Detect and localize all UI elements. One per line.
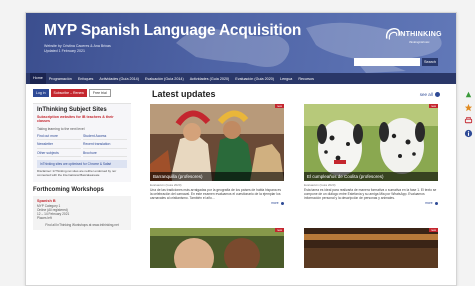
updates-header: Latest updates see all — [146, 84, 442, 101]
nav-item-enfoques[interactable]: Enfoques — [75, 77, 97, 81]
link-brochure[interactable]: Brochure — [83, 151, 127, 158]
print-icon[interactable] — [464, 112, 473, 124]
nav-item-evaluacion-2014[interactable]: Evaluación (Guía 2014) — [142, 77, 187, 81]
card-more-link[interactable]: more — [304, 201, 438, 205]
site-header: MYP Spanish Language Acquisition Website… — [26, 13, 456, 73]
subject-sites-links: Find out more Student Access Newsletter … — [37, 134, 127, 158]
workshop-status: Places left — [37, 215, 52, 220]
card-image-dalmatians[interactable]: new El cumpleaños de Coolita (profesores… — [304, 104, 438, 181]
subject-sites-tagline: Taking learning to the next level — [37, 126, 85, 131]
page-title: Latest updates — [152, 89, 216, 99]
login-button[interactable]: Log in — [33, 89, 49, 97]
carnival-photo — [150, 104, 284, 181]
link-other-subjects[interactable]: Other subjects — [37, 151, 81, 158]
subscribe-button[interactable]: Subscribe – Renew — [50, 89, 87, 97]
dalmatians-photo — [304, 104, 438, 181]
nav-item-home[interactable]: Home — [30, 73, 46, 84]
new-badge: new — [275, 228, 284, 232]
card-description: Esta tarea es ideal para realizarla de m… — [304, 188, 437, 201]
card-image-carnival[interactable]: new Barranquilla (profesores) — [150, 104, 284, 181]
browser-page: MYP Spanish Language Acquisition Website… — [25, 12, 457, 286]
free-trial-button[interactable]: Free trial — [88, 89, 111, 97]
search-button[interactable]: Search — [422, 58, 438, 66]
nav-item-recursos[interactable]: Recursos — [295, 77, 317, 81]
people-photo — [150, 228, 284, 268]
arrow-circle-icon — [280, 201, 284, 206]
link-find-out-more[interactable]: Find out more — [37, 134, 81, 141]
update-card[interactable]: new — [304, 228, 438, 268]
card-caption[interactable]: El cumpleaños de Coolita (profesores) — [304, 172, 438, 181]
card-description: Una de las tradiciones más arraigadas po… — [150, 188, 282, 201]
nav-item-programacion[interactable]: Programación — [46, 77, 75, 81]
browser-note: InThinking sites are optimised for Chrom… — [37, 160, 127, 169]
sidebar: Log in Subscribe – Renew Free trial InTh… — [26, 84, 136, 285]
search-input[interactable] — [354, 58, 420, 66]
site-title[interactable]: MYP Spanish Language Acquisition — [44, 22, 301, 40]
card-more-link[interactable]: more — [150, 201, 284, 205]
link-newsletter[interactable]: Newsletter — [37, 142, 81, 149]
workshop-card[interactable]: Spanish B MYP Category 1 Online (All reg… — [33, 195, 131, 230]
card-caption[interactable]: Barranquilla (profesores) — [150, 172, 284, 181]
inthinking-logo[interactable]: INTHINKING thinkingintrinsic — [384, 24, 442, 48]
info-icon[interactable] — [464, 125, 473, 138]
subject-sites-title: InThinking Subject Sites — [37, 107, 107, 113]
new-badge: new — [429, 104, 438, 108]
dark-photo — [304, 228, 438, 268]
account-buttons: Log in Subscribe – Renew Free trial — [33, 89, 136, 97]
card-image-people[interactable]: new — [150, 228, 284, 268]
more-label: more — [271, 201, 279, 206]
workshop-title[interactable]: Spanish B — [37, 199, 127, 203]
main-content: Latest updates see all new Barranquilla … — [146, 84, 442, 285]
updated-date: Updated 1 February 2021 — [44, 49, 85, 53]
website-credits: Website by Cristina Caceres & Ana Brixas — [44, 44, 111, 48]
logo-brand: INTHINKING — [398, 31, 442, 38]
floating-toolbar — [464, 86, 474, 138]
nav-item-lengua[interactable]: Lengua — [277, 77, 295, 81]
update-card[interactable]: new Barranquilla (profesores) Evaluación… — [150, 104, 284, 205]
arrow-circle-icon — [435, 92, 440, 98]
nav-item-actividades-2020[interactable]: Actividades (Guía 2020) — [187, 77, 233, 81]
main-nav: Home Programación Enfoques Actividades (… — [26, 73, 456, 84]
link-student-access[interactable]: Student Access — [83, 134, 127, 141]
workshops-find-link[interactable]: Find all InThinking Workshops at www.int… — [37, 223, 127, 227]
nav-item-evaluacion-2020[interactable]: Evaluación (Guía 2020) — [232, 77, 277, 81]
logo-tagline: thinkingintrinsic — [409, 40, 430, 44]
update-card[interactable]: new — [150, 228, 284, 268]
card-image-dark[interactable]: new — [304, 228, 438, 268]
link-recent-translation[interactable]: Recent translation — [83, 142, 127, 149]
workshops-title: Forthcoming Workshops — [33, 186, 104, 193]
card-category: Evaluación (Guía 2020) — [150, 183, 182, 187]
star-icon[interactable] — [464, 99, 473, 112]
workshops-section: Forthcoming Workshops Spanish B MYP Cate… — [33, 187, 131, 230]
share-icon[interactable] — [464, 86, 473, 98]
subject-sites-box: InThinking Subject Sites Subscription we… — [33, 103, 131, 182]
disclaimer-text: Disclaimer: InThinking.net sites are nei… — [37, 169, 117, 178]
see-all-label: see all — [419, 92, 433, 97]
update-card[interactable]: new El cumpleaños de Coolita (profesores… — [304, 104, 438, 205]
see-all-link[interactable]: see all — [419, 92, 440, 98]
arrow-circle-icon — [434, 201, 438, 206]
nav-item-actividades-2014[interactable]: Actividades (Guía 2014) — [96, 77, 142, 81]
card-category: Evaluación (Guía 2020) — [304, 183, 336, 187]
new-badge: new — [275, 104, 284, 108]
more-label: more — [425, 201, 433, 206]
subscription-offer[interactable]: Subscription websites for IB teachers & … — [37, 115, 127, 124]
new-badge: new — [429, 228, 438, 232]
